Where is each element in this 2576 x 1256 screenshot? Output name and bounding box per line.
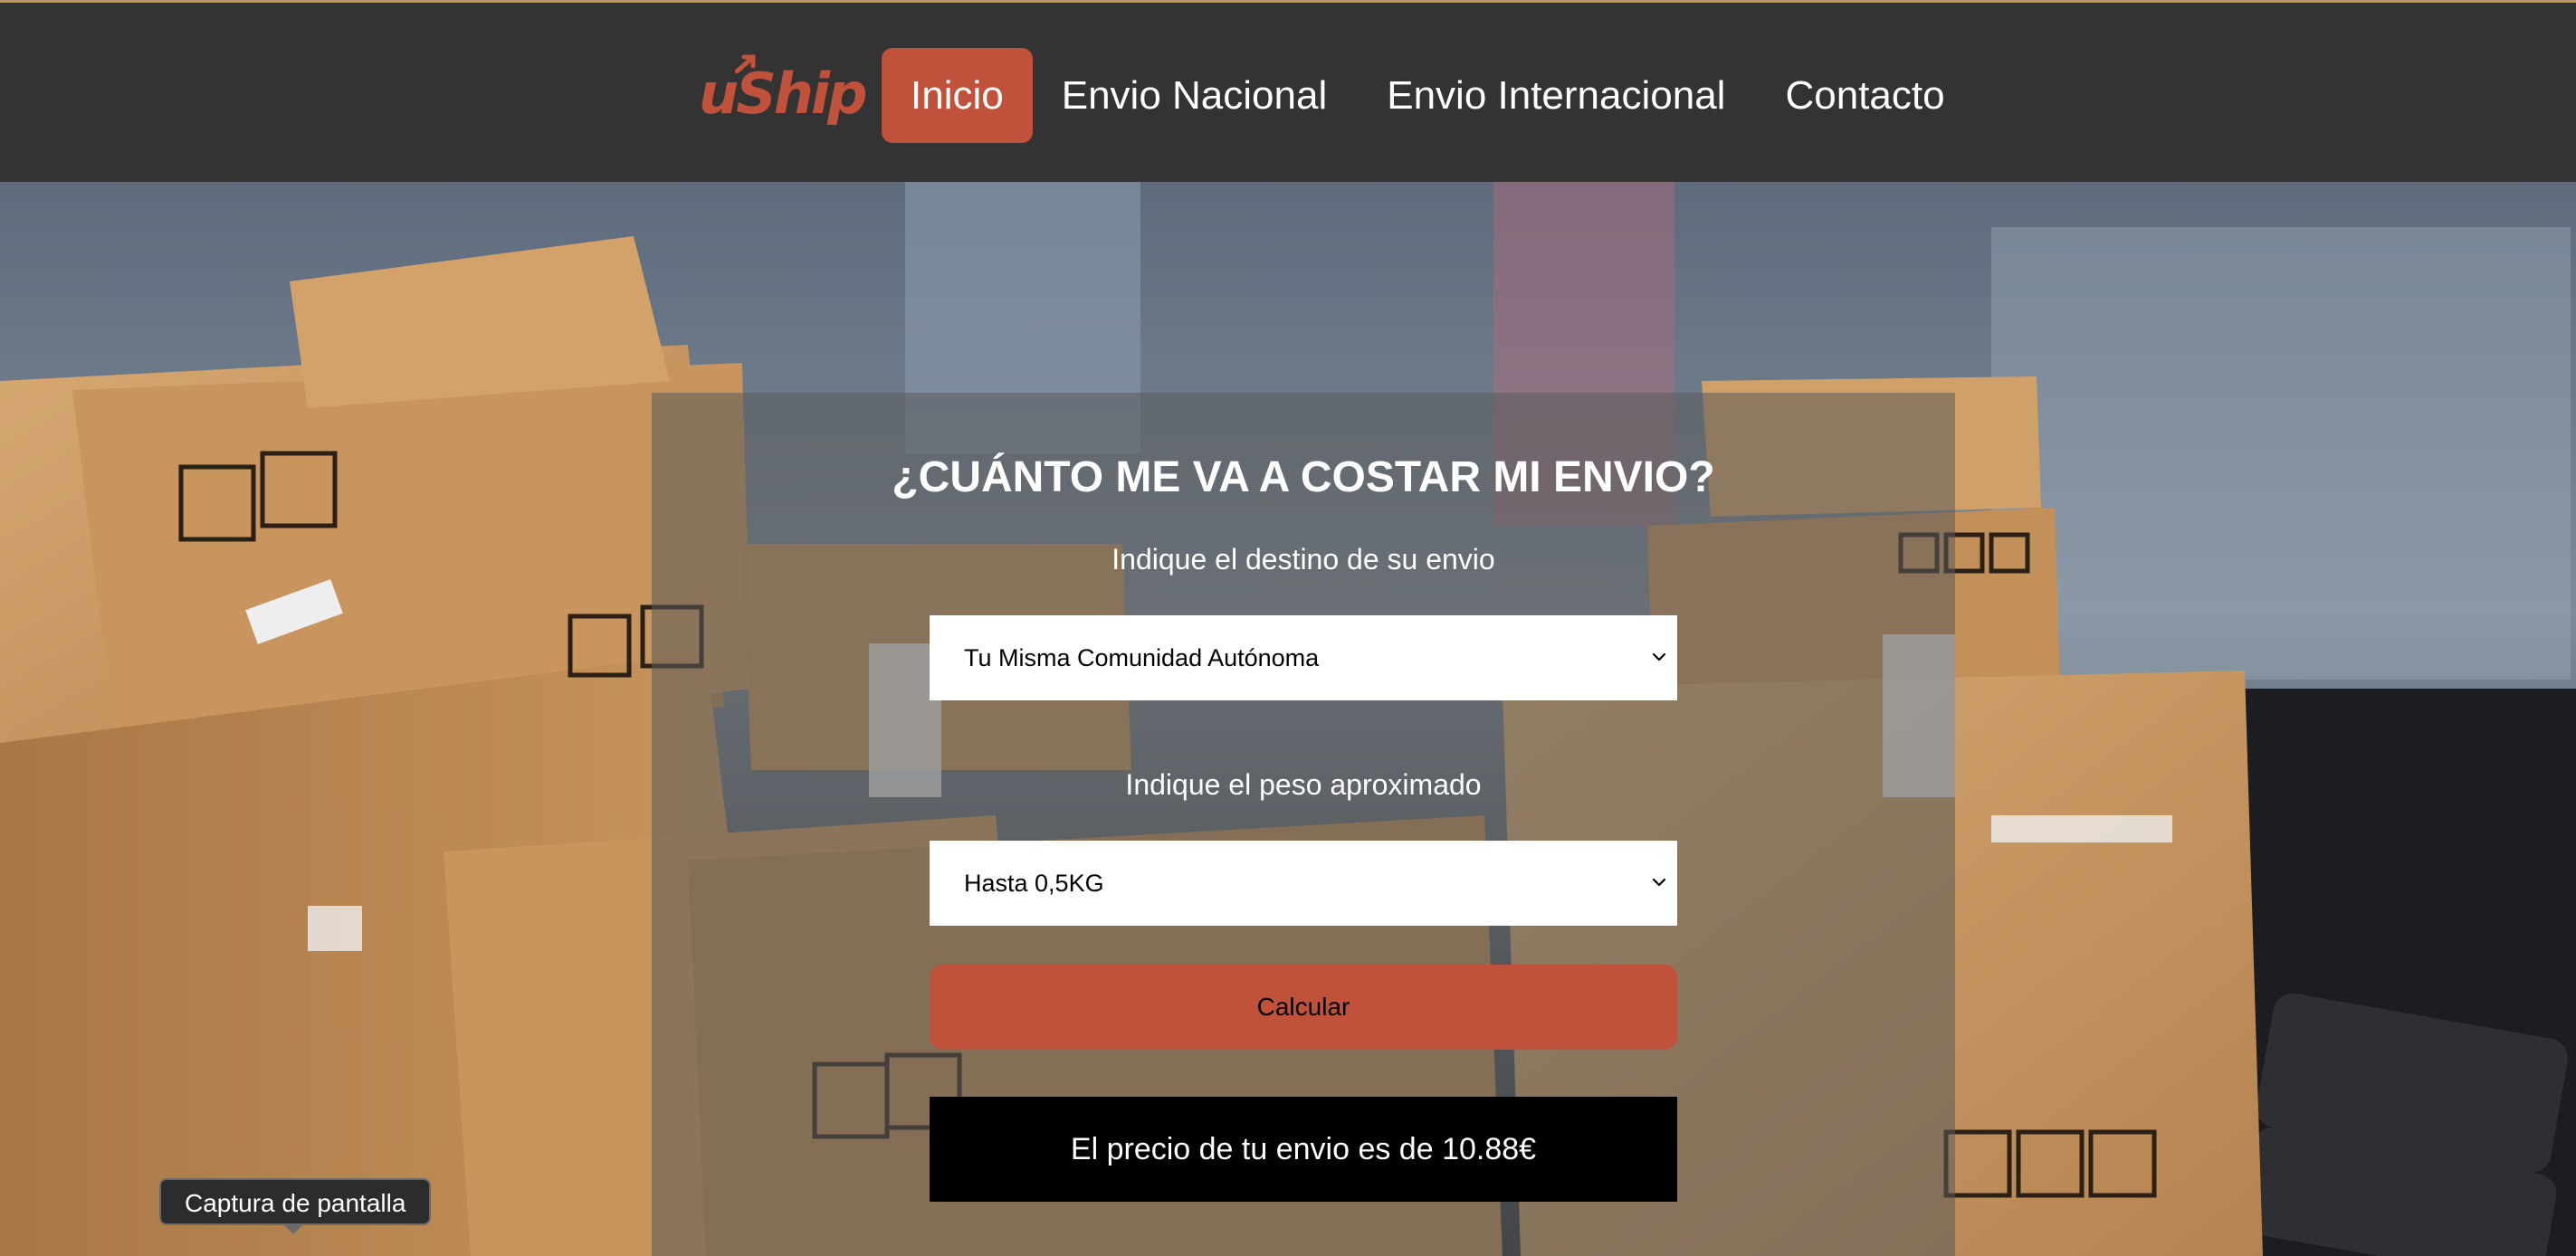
calculator-title: ¿CUÁNTO ME VA A COSTAR MI ENVIO? <box>892 453 1715 501</box>
nav-item-envio-nacional[interactable]: Envio Nacional <box>1033 48 1357 143</box>
price-result: El precio de tu envio es de 10.88€ <box>930 1097 1677 1202</box>
tooltip-tail <box>282 1223 304 1234</box>
uship-logo[interactable]: uShip <box>699 50 868 137</box>
main-nav: Inicio Envio Nacional Envio Internaciona… <box>882 48 1976 143</box>
page: uShip Inicio Envio Nacional Envio Intern… <box>0 0 2576 1256</box>
shipping-calculator-panel: ¿CUÁNTO ME VA A COSTAR MI ENVIO? Indique… <box>652 393 1955 1256</box>
nav-item-envio-internacional[interactable]: Envio Internacional <box>1358 48 1754 143</box>
weight-select-value: Hasta 0,5KG <box>964 869 1104 897</box>
nav-item-inicio[interactable]: Inicio <box>882 48 1033 143</box>
weight-label: Indique el peso aproximado <box>1125 768 1482 801</box>
logo-text: uShip <box>699 60 868 127</box>
screenshot-tooltip: Captura de pantalla <box>159 1178 432 1225</box>
nav-item-contacto[interactable]: Contacto <box>1756 48 1973 143</box>
top-navbar: uShip Inicio Envio Nacional Envio Intern… <box>0 0 2576 182</box>
destination-select-value: Tu Misma Comunidad Autónoma <box>964 643 1320 671</box>
chevron-down-icon <box>1652 878 1666 887</box>
logo-arrow-icon <box>735 54 756 73</box>
chevron-down-icon <box>1652 652 1666 661</box>
destination-label: Indique el destino de su envio <box>1111 543 1495 576</box>
weight-select[interactable]: Hasta 0,5KG <box>930 841 1677 926</box>
destination-select[interactable]: Tu Misma Comunidad Autónoma <box>930 615 1677 700</box>
calculate-button[interactable]: Calcular <box>930 965 1677 1050</box>
